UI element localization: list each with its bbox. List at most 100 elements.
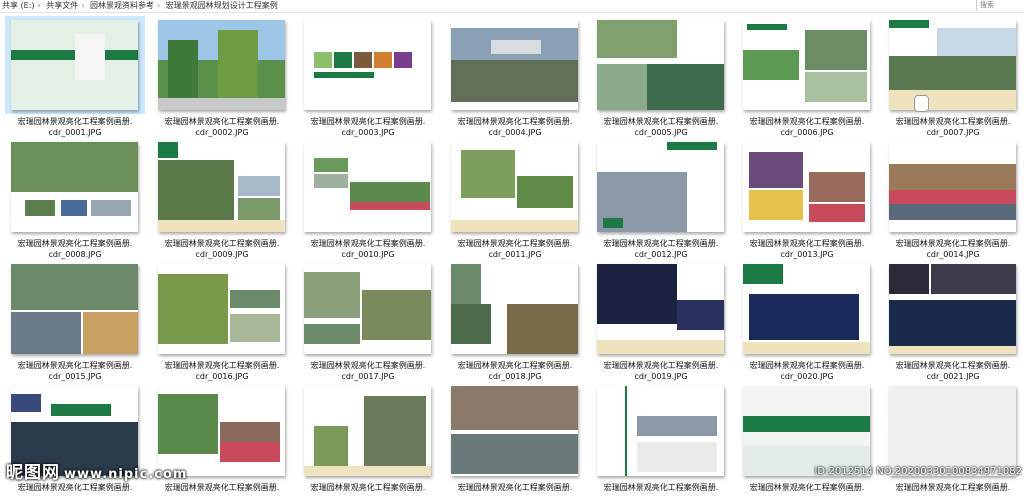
file-thumbnail-frame[interactable] (591, 138, 731, 236)
file-item[interactable]: 宏瑞园林景观亮化工程案例画册. cdr_0002.JPG (152, 12, 292, 137)
breadcrumb[interactable]: 共享 (E:) › 共享文件 › 园林景观资料参考 › 宏瑞景观园林规划设计工程案例 (2, 0, 281, 11)
file-name[interactable]: 宏瑞园林景观亮化工程案例画册. (445, 482, 585, 493)
image-thumbnail[interactable] (304, 386, 431, 476)
file-item[interactable]: 宏瑞园林景观亮化工程案例画册. cdr_0008.JPG (5, 134, 145, 259)
file-thumbnail-frame[interactable] (737, 138, 877, 236)
crumb-reference[interactable]: 园林景观资料参考 (90, 1, 154, 10)
file-item[interactable]: 宏瑞园林景观亮化工程案例画册. cdr_0001.JPG (5, 12, 145, 137)
image-thumbnail[interactable] (451, 20, 578, 110)
file-thumbnail-frame[interactable] (591, 260, 731, 358)
file-thumbnail-frame[interactable] (5, 16, 145, 114)
image-thumbnail[interactable] (11, 20, 138, 110)
file-item[interactable]: 宏瑞园林景观亮化工程案例画册. (445, 378, 585, 500)
file-name-line1: 宏瑞园林景观亮化工程案例画册. (17, 483, 133, 492)
thumbnail-block (889, 56, 1016, 90)
file-item[interactable]: 宏瑞园林景观亮化工程案例画册. cdr_0007.JPG (883, 12, 1023, 137)
file-item[interactable]: 宏瑞园林景观亮化工程案例画册. cdr_0014.JPG (883, 134, 1023, 259)
thumbnail-block (937, 28, 1016, 56)
image-thumbnail[interactable] (451, 264, 578, 354)
file-item[interactable]: 宏瑞园林景观亮化工程案例画册. cdr_0018.JPG (445, 256, 585, 381)
image-thumbnail[interactable] (158, 142, 285, 232)
file-name[interactable]: 宏瑞园林景观亮化工程案例画册. (152, 482, 292, 493)
crumb-folder[interactable]: 宏瑞景观园林规划设计工程案例 (166, 1, 278, 10)
image-thumbnail[interactable] (597, 20, 724, 110)
file-thumbnail-frame[interactable] (883, 16, 1023, 114)
image-thumbnail[interactable] (889, 386, 1016, 476)
file-name[interactable]: 宏瑞园林景观亮化工程案例画册. (737, 482, 877, 493)
file-thumbnail-frame[interactable] (298, 382, 438, 480)
file-name[interactable]: 宏瑞园林景观亮化工程案例画册. (5, 482, 145, 493)
file-item[interactable]: 宏瑞园林景观亮化工程案例画册. cdr_0005.JPG (591, 12, 731, 137)
file-thumbnail-frame[interactable] (445, 382, 585, 480)
file-thumbnail-frame[interactable] (883, 138, 1023, 236)
image-thumbnail[interactable] (451, 386, 578, 476)
file-item[interactable]: 宏瑞园林景观亮化工程案例画册. cdr_0006.JPG (737, 12, 877, 137)
file-item[interactable]: 宏瑞园林景观亮化工程案例画册. (883, 378, 1023, 500)
thumbnail-block (889, 20, 929, 28)
image-thumbnail[interactable] (889, 20, 1016, 110)
file-thumbnail-frame[interactable] (152, 260, 292, 358)
image-thumbnail[interactable] (304, 264, 431, 354)
file-name[interactable]: 宏瑞园林景观亮化工程案例画册. (298, 482, 438, 493)
file-thumbnail-frame[interactable] (5, 138, 145, 236)
file-thumbnail-frame[interactable] (298, 138, 438, 236)
file-item[interactable]: 宏瑞园林景观亮化工程案例画册. (298, 378, 438, 500)
file-item[interactable]: 宏瑞园林景观亮化工程案例画册. cdr_0013.JPG (737, 134, 877, 259)
image-thumbnail[interactable] (743, 386, 870, 476)
file-thumbnail-frame[interactable] (591, 382, 731, 480)
file-item[interactable]: 宏瑞园林景观亮化工程案例画册. cdr_0017.JPG (298, 256, 438, 381)
image-thumbnail[interactable] (743, 142, 870, 232)
image-thumbnail[interactable] (743, 264, 870, 354)
image-thumbnail[interactable] (304, 142, 431, 232)
image-thumbnail[interactable] (11, 264, 138, 354)
file-thumbnail-frame[interactable] (737, 16, 877, 114)
file-item[interactable]: 宏瑞园林景观亮化工程案例画册. cdr_0012.JPG (591, 134, 731, 259)
file-item[interactable]: 宏瑞园林景观亮化工程案例画册. cdr_0020.JPG (737, 256, 877, 381)
file-thumbnail-frame[interactable] (445, 260, 585, 358)
image-thumbnail[interactable] (889, 264, 1016, 354)
file-thumbnail-frame[interactable] (5, 260, 145, 358)
file-item[interactable]: 宏瑞园林景观亮化工程案例画册. cdr_0019.JPG (591, 256, 731, 381)
thumbnail-block (83, 312, 138, 354)
image-thumbnail[interactable] (597, 386, 724, 476)
file-thumbnail-frame[interactable] (737, 260, 877, 358)
file-item[interactable]: 宏瑞园林景观亮化工程案例画册. cdr_0016.JPG (152, 256, 292, 381)
file-item[interactable]: 宏瑞园林景观亮化工程案例画册. cdr_0011.JPG (445, 134, 585, 259)
file-thumbnail-frame[interactable] (152, 138, 292, 236)
crumb-drive[interactable]: 共享 (E:) (2, 1, 35, 10)
file-thumbnail-frame[interactable] (298, 260, 438, 358)
image-thumbnail[interactable] (597, 264, 724, 354)
file-thumbnail-frame[interactable] (445, 16, 585, 114)
crumb-share[interactable]: 共享文件 (46, 1, 78, 10)
file-thumbnail-frame[interactable] (445, 138, 585, 236)
file-item[interactable]: 宏瑞园林景观亮化工程案例画册. (591, 378, 731, 500)
image-thumbnail[interactable] (889, 142, 1016, 232)
image-thumbnail[interactable] (597, 142, 724, 232)
search-input[interactable]: 搜索 (976, 0, 1024, 11)
thumbnail-block (451, 304, 491, 344)
file-item[interactable]: 宏瑞园林景观亮化工程案例画册. cdr_0015.JPG (5, 256, 145, 381)
file-thumbnail-frame[interactable] (298, 16, 438, 114)
file-item[interactable]: 宏瑞园林景观亮化工程案例画册. cdr_0004.JPG (445, 12, 585, 137)
file-item[interactable]: 宏瑞园林景观亮化工程案例画册. cdr_0021.JPG (883, 256, 1023, 381)
image-thumbnail[interactable] (158, 20, 285, 110)
image-thumbnail[interactable] (451, 142, 578, 232)
image-thumbnail[interactable] (743, 20, 870, 110)
file-thumbnail-frame[interactable] (591, 16, 731, 114)
file-name-line1: 宏瑞园林景观亮化工程案例画册. (457, 239, 573, 248)
file-item[interactable]: 宏瑞园林景观亮化工程案例画册. cdr_0010.JPG (298, 134, 438, 259)
file-name[interactable]: 宏瑞园林景观亮化工程案例画册. (883, 482, 1023, 493)
file-item[interactable]: 宏瑞园林景观亮化工程案例画册. cdr_0009.JPG (152, 134, 292, 259)
thumbnail-block (364, 396, 426, 466)
image-thumbnail[interactable] (11, 142, 138, 232)
file-name-line1: 宏瑞园林景观亮化工程案例画册. (17, 239, 133, 248)
image-thumbnail[interactable] (304, 20, 431, 110)
file-thumbnail-frame[interactable] (883, 260, 1023, 358)
watermark-logo-text: 昵图网 (6, 463, 60, 483)
file-thumbnail-frame[interactable] (152, 16, 292, 114)
image-thumbnail[interactable] (158, 264, 285, 354)
file-item[interactable]: 宏瑞园林景观亮化工程案例画册. cdr_0003.JPG (298, 12, 438, 137)
file-item[interactable]: 宏瑞园林景观亮化工程案例画册. (737, 378, 877, 500)
thumbnail-block (314, 72, 374, 78)
file-name[interactable]: 宏瑞园林景观亮化工程案例画册. (591, 482, 731, 493)
